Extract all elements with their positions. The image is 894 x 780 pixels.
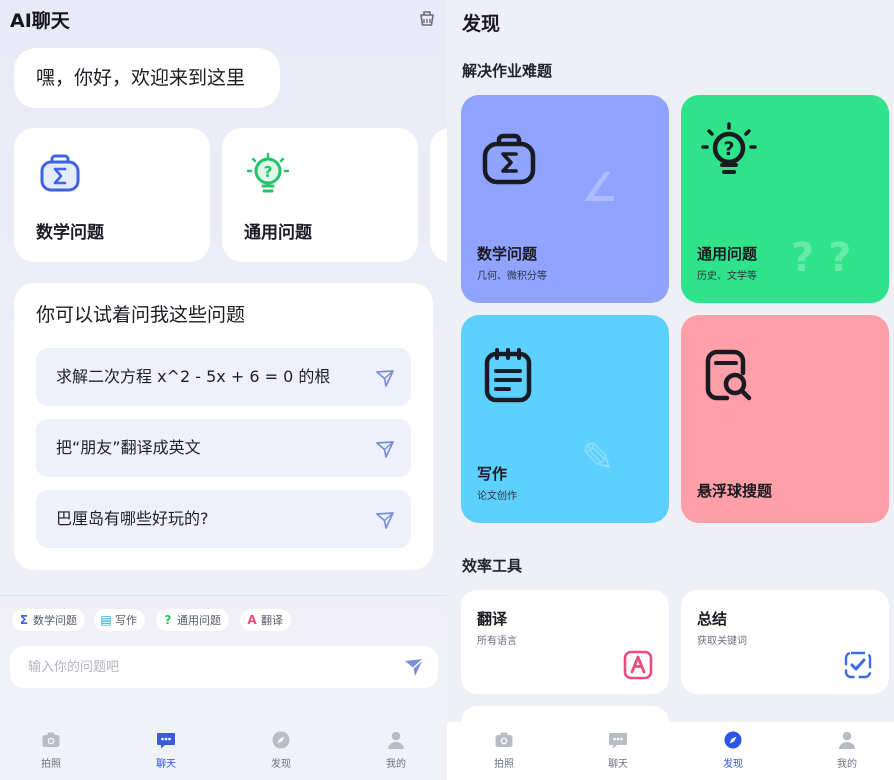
tab-chat[interactable]: 聊天	[136, 722, 196, 780]
page-title: 发现	[462, 13, 501, 35]
app-title: AI聊天	[10, 10, 70, 32]
decor-doodle: ? ?	[791, 235, 852, 281]
svg-text:?: ?	[264, 163, 273, 181]
tab-discover[interactable]: 发现	[703, 722, 763, 780]
category-label: 通用问题	[244, 223, 312, 243]
tab-label: 发现	[723, 759, 743, 770]
quick-chip-math[interactable]: Σ 数学问题	[12, 609, 85, 631]
chat-screen: AI聊天 嘿，你好，欢迎来到这里 数学问题 ? 通用问题 你可以试着问我这些问题…	[0, 0, 447, 780]
camera-icon	[495, 732, 513, 747]
camera-icon	[42, 732, 60, 747]
math-sigma-icon	[40, 154, 80, 192]
summary-check-icon	[844, 651, 872, 679]
card-math[interactable]: ∠ 数学问题 几何、微积分等	[461, 95, 669, 303]
chat-input-bar	[10, 646, 438, 688]
notepad-icon	[484, 348, 532, 403]
user-icon	[839, 731, 855, 749]
compass-icon	[724, 731, 742, 749]
card-title: 数学问题	[477, 245, 538, 263]
divider	[0, 595, 447, 596]
notepad-icon: ▤	[100, 613, 112, 627]
svg-text:?: ?	[723, 138, 734, 160]
tab-camera[interactable]: 拍照	[474, 722, 534, 780]
tab-chat[interactable]: 聊天	[588, 722, 648, 780]
card-floating-search[interactable]: 悬浮球搜题	[681, 315, 889, 523]
tab-camera[interactable]: 拍照	[21, 722, 81, 780]
suggestion-title: 你可以试着问我这些问题	[36, 304, 246, 326]
category-card-math[interactable]: 数学问题	[14, 128, 210, 262]
decor-doodle: ✎	[581, 435, 615, 481]
tab-label: 发现	[271, 759, 291, 770]
tab-label: 我的	[386, 759, 406, 770]
tab-label: 我的	[837, 759, 857, 770]
compass-icon	[272, 731, 290, 749]
broom-clear-icon[interactable]	[417, 7, 437, 27]
suggestion-text: 把“朋友”翻译成英文	[56, 438, 201, 457]
chip-label: 写作	[115, 614, 137, 627]
tool-title: 翻译	[477, 610, 508, 628]
card-general[interactable]: ? ? ? 通用问题 历史、文学等	[681, 95, 889, 303]
quick-chip-general[interactable]: ? 通用问题	[156, 609, 229, 631]
tab-profile[interactable]: 我的	[817, 722, 877, 780]
tab-label: 聊天	[156, 759, 176, 770]
suggestion-item[interactable]: 把“朋友”翻译成英文	[36, 419, 411, 477]
translate-icon	[623, 650, 653, 680]
tool-card-summary[interactable]: 总结 获取关键词	[681, 590, 889, 694]
question-icon: ?	[164, 613, 172, 627]
tool-title: 总结	[697, 610, 728, 628]
card-title: 悬浮球搜题	[697, 482, 773, 500]
section-title-tools: 效率工具	[462, 557, 523, 575]
card-title: 通用问题	[697, 245, 758, 263]
decor-doodle: ∠	[581, 165, 617, 211]
tab-profile[interactable]: 我的	[366, 722, 426, 780]
sigma-icon: Σ	[19, 613, 29, 627]
tab-label: 聊天	[608, 759, 628, 770]
quick-chip-translate[interactable]: A 翻译	[240, 609, 291, 631]
chat-icon	[157, 733, 175, 749]
greeting-bubble: 嘿，你好，欢迎来到这里	[14, 48, 280, 108]
translate-icon: A	[247, 613, 257, 627]
chip-label: 通用问题	[177, 614, 221, 627]
math-sigma-icon	[482, 133, 536, 185]
category-label: 数学问题	[36, 223, 104, 243]
bottom-tab-bar: 拍照 聊天 发现 我的	[447, 722, 894, 780]
card-subtitle: 历史、文学等	[697, 271, 757, 282]
suggestion-panel: 你可以试着问我这些问题 求解二次方程 x^2 - 5x + 6 = 0 的根 把…	[14, 283, 433, 570]
section-title-homework: 解决作业难题	[462, 62, 553, 80]
quick-chip-writing[interactable]: ▤ 写作	[94, 609, 145, 631]
tab-label: 拍照	[41, 759, 61, 770]
send-icon[interactable]	[375, 368, 395, 388]
question-input[interactable]	[28, 646, 388, 688]
suggestion-text: 巴厘岛有哪些好玩的?	[56, 509, 209, 528]
category-card-general[interactable]: ? 通用问题	[222, 128, 418, 262]
suggestion-item[interactable]: 巴厘岛有哪些好玩的?	[36, 490, 411, 548]
suggestion-text: 求解二次方程 x^2 - 5x + 6 = 0 的根	[56, 367, 331, 386]
tab-label: 拍照	[494, 759, 514, 770]
lightbulb-question-icon: ?	[701, 122, 757, 174]
send-icon[interactable]	[375, 510, 395, 530]
search-doc-icon	[705, 349, 752, 401]
card-title: 写作	[477, 465, 508, 483]
user-icon	[388, 731, 404, 749]
tool-subtitle: 所有语言	[477, 636, 517, 647]
suggestion-item[interactable]: 求解二次方程 x^2 - 5x + 6 = 0 的根	[36, 348, 411, 406]
card-writing[interactable]: ✎ 写作 论文创作	[461, 315, 669, 523]
chat-icon	[609, 733, 627, 749]
lightbulb-question-icon: ?	[246, 152, 290, 193]
tab-discover[interactable]: 发现	[251, 722, 311, 780]
send-icon[interactable]	[375, 439, 395, 459]
discover-screen: 发现 解决作业难题 ∠ 数学问题 几何、微积分等 ? ? ? 通用问题 历史、文…	[447, 0, 894, 780]
tool-subtitle: 获取关键词	[697, 636, 747, 647]
send-icon[interactable]	[404, 657, 424, 677]
card-subtitle: 论文创作	[477, 491, 517, 502]
card-subtitle: 几何、微积分等	[477, 271, 547, 282]
tool-card-translate[interactable]: 翻译 所有语言	[461, 590, 669, 694]
bottom-tab-bar: 拍照 聊天 发现 我的	[0, 722, 447, 780]
category-card-next[interactable]	[430, 128, 447, 262]
chip-label: 数学问题	[33, 614, 77, 627]
chip-label: 翻译	[261, 614, 283, 627]
